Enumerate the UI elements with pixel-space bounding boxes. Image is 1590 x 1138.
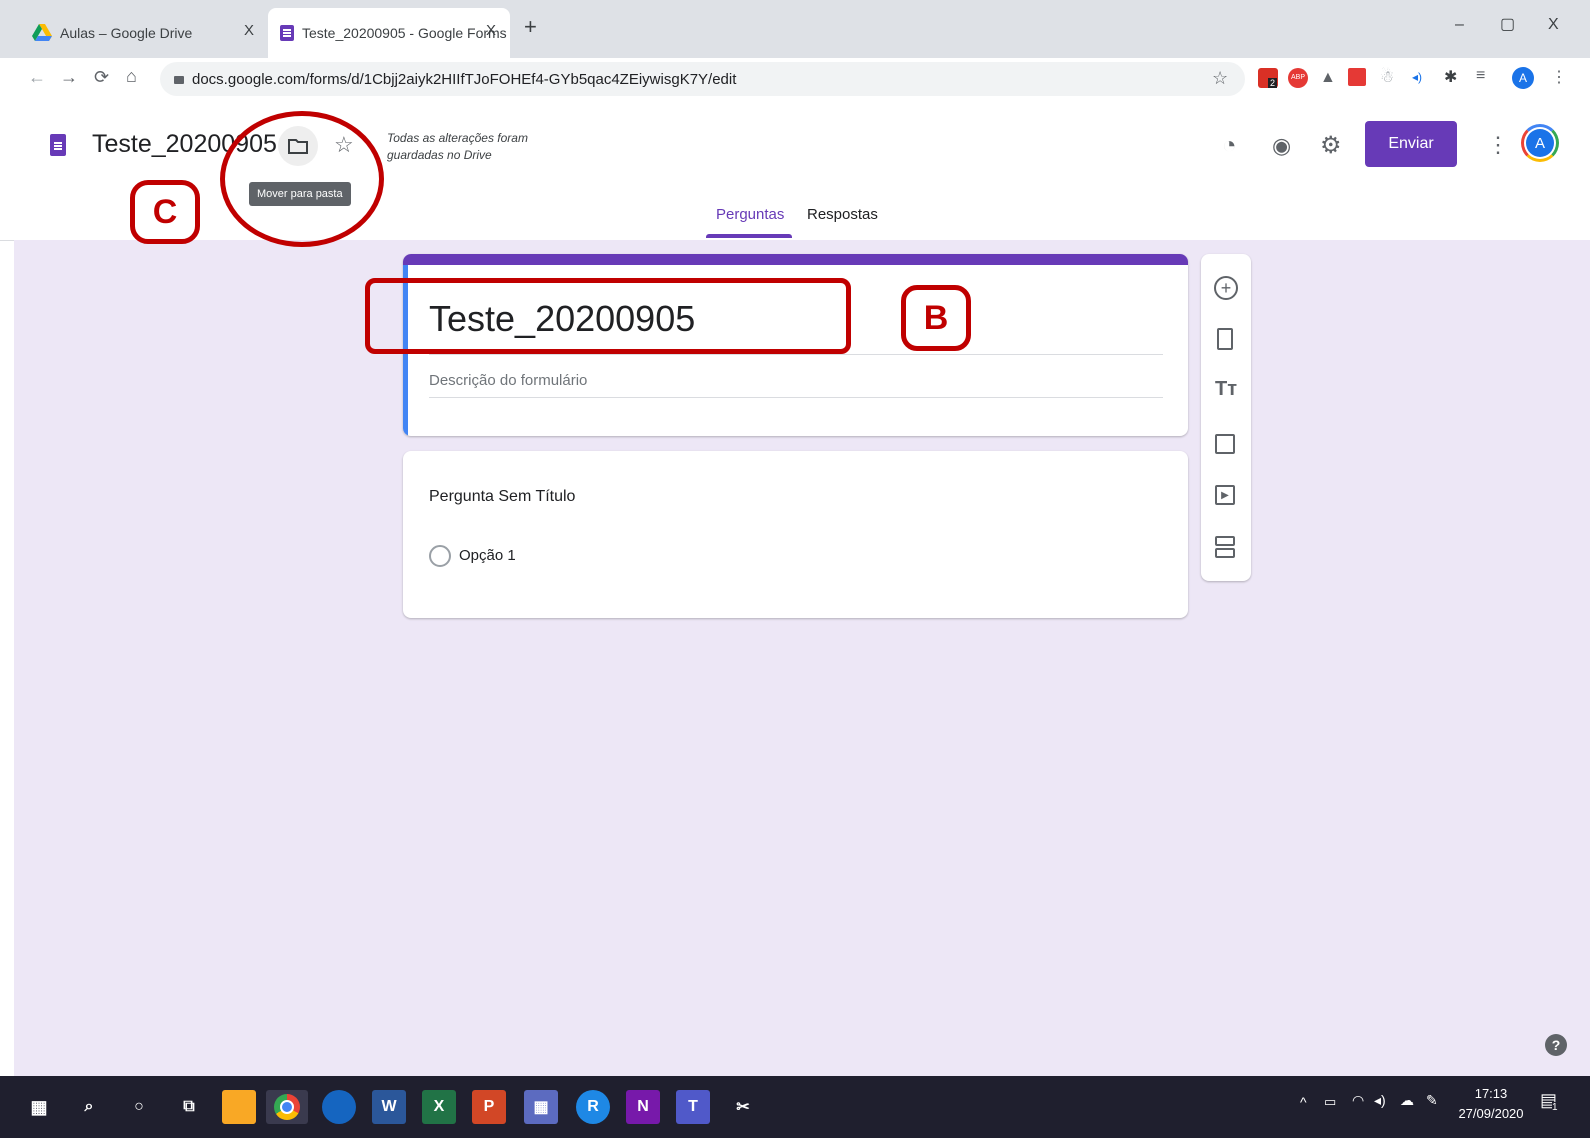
add-video-icon[interactable]: ▶ xyxy=(1215,485,1235,505)
tab-google-forms[interactable]: Teste_20200905 - Google Forms X xyxy=(268,8,510,58)
excel-icon[interactable]: X xyxy=(422,1090,456,1124)
tab-label: Teste_20200905 - Google Forms xyxy=(302,25,507,41)
windows-taskbar: ▦ ⌕ ○ ⧉ W X P ▦ R N T ✂ ^ ▭ ◠ ◂) ☁ ✎ 17:… xyxy=(0,1076,1590,1138)
file-explorer-icon[interactable] xyxy=(222,1090,256,1124)
pen-icon[interactable]: ✎ xyxy=(1426,1092,1438,1109)
question-card[interactable]: Pergunta Sem Título Opção 1 xyxy=(403,451,1188,618)
settings-gear-icon[interactable]: ⚙ xyxy=(1320,131,1342,160)
close-window-button[interactable]: X xyxy=(1548,16,1559,34)
chrome-taskbar-button[interactable] xyxy=(266,1090,308,1124)
windows-start-icon[interactable]: ▦ xyxy=(22,1090,56,1124)
browser-tab-strip: Aulas – Google Drive X Teste_20200905 - … xyxy=(0,0,1590,58)
clock[interactable]: 17:13 27/09/2020 xyxy=(1456,1084,1526,1124)
extension-badge: 2 xyxy=(1268,78,1278,88)
tab-perguntas[interactable]: Perguntas xyxy=(716,206,784,223)
tray-keyboard-icon[interactable]: ▭ xyxy=(1324,1094,1336,1110)
snipping-tool-icon[interactable]: ✂ xyxy=(726,1090,760,1124)
divider xyxy=(429,354,1163,355)
more-options-icon[interactable]: ⋮ xyxy=(1487,132,1509,158)
google-forms-icon xyxy=(280,25,294,41)
search-icon[interactable]: ⌕ xyxy=(72,1090,106,1124)
close-tab-icon[interactable]: X xyxy=(486,22,496,39)
drive-extension-icon[interactable]: ▲ xyxy=(1320,69,1336,87)
divider xyxy=(429,397,1163,398)
tray-chevron-icon[interactable]: ^ xyxy=(1300,1094,1307,1110)
annotation-label-c: C xyxy=(130,180,200,244)
adblock-icon[interactable]: ABP xyxy=(1288,68,1308,88)
annotation-label-b: B xyxy=(901,285,971,351)
reading-list-icon[interactable]: ≡ xyxy=(1476,67,1485,85)
tab-label: Aulas – Google Drive xyxy=(60,25,193,41)
add-section-icon[interactable] xyxy=(1215,536,1235,546)
clock-time: 17:13 xyxy=(1474,1086,1508,1101)
teams-icon[interactable]: T xyxy=(676,1090,710,1124)
chrome-icon xyxy=(274,1094,300,1120)
home-icon[interactable]: ⌂ xyxy=(126,66,137,87)
browser-toolbar: ← → ⟳ ⌂ docs.google.com/forms/d/1Cbjj2ai… xyxy=(0,58,1590,101)
option-label[interactable]: Opção 1 xyxy=(459,547,516,564)
clock-date: 27/09/2020 xyxy=(1458,1106,1524,1121)
palette-icon[interactable]: ◔ xyxy=(1222,132,1237,160)
extensions-puzzle-icon[interactable]: ✱ xyxy=(1444,67,1457,87)
annotation-ellipse-c xyxy=(220,111,384,247)
browser-menu-icon[interactable]: ⋮ xyxy=(1551,67,1567,87)
app-icon[interactable] xyxy=(322,1090,356,1124)
add-title-icon[interactable]: Tт xyxy=(1215,378,1237,401)
forms-logo-icon[interactable] xyxy=(50,134,66,156)
address-bar[interactable]: docs.google.com/forms/d/1Cbjj2aiyk2HIIfT… xyxy=(160,62,1245,96)
question-title[interactable]: Pergunta Sem Título xyxy=(429,488,575,506)
calculator-icon[interactable]: ▦ xyxy=(524,1090,558,1124)
profile-avatar[interactable]: A xyxy=(1512,67,1534,89)
account-avatar[interactable]: A xyxy=(1521,124,1559,162)
floating-toolbar: + Tт ▶ xyxy=(1201,254,1251,581)
onenote-icon[interactable]: N xyxy=(626,1090,660,1124)
save-status: Todas as alterações foram guardadas no D… xyxy=(387,131,528,162)
card-accent-bar xyxy=(403,254,1188,265)
forward-icon[interactable]: → xyxy=(60,67,78,88)
bookmark-star-icon[interactable]: ☆ xyxy=(1212,68,1228,89)
form-description-input[interactable]: Descrição do formulário xyxy=(429,372,587,389)
tab-google-drive[interactable]: Aulas – Google Drive X xyxy=(22,8,262,58)
avatar-initial: A xyxy=(1526,129,1554,157)
restore-button[interactable]: ▢ xyxy=(1500,14,1515,34)
radio-button[interactable] xyxy=(429,545,451,567)
add-question-icon[interactable]: + xyxy=(1214,276,1238,300)
extension-icon[interactable]: 2 xyxy=(1258,68,1278,88)
preview-eye-icon[interactable]: ◉ xyxy=(1272,133,1291,159)
action-center-icon[interactable]: ▤ 1 xyxy=(1540,1090,1562,1113)
reload-icon[interactable]: ⟳ xyxy=(94,67,109,88)
tab-respostas[interactable]: Respostas xyxy=(807,206,878,223)
word-icon[interactable]: W xyxy=(372,1090,406,1124)
extension-icon[interactable] xyxy=(1348,68,1366,86)
onedrive-icon[interactable]: ☁ xyxy=(1400,1092,1414,1109)
lock-icon xyxy=(174,76,184,84)
close-tab-icon[interactable]: X xyxy=(244,22,254,39)
notification-count: 1 xyxy=(1552,1102,1558,1113)
audio-extension-icon[interactable]: ◂) xyxy=(1412,70,1422,84)
back-icon[interactable]: ← xyxy=(28,67,46,88)
new-tab-button[interactable]: + xyxy=(524,14,537,40)
active-tab-indicator xyxy=(706,234,792,238)
import-questions-icon[interactable] xyxy=(1217,328,1233,350)
volume-icon[interactable]: ◂) xyxy=(1374,1092,1386,1109)
minimize-button[interactable]: – xyxy=(1455,16,1464,34)
add-image-icon[interactable] xyxy=(1215,434,1235,454)
help-icon[interactable]: ? xyxy=(1545,1034,1567,1056)
url-text: docs.google.com/forms/d/1Cbjj2aiyk2HIIfT… xyxy=(192,70,737,88)
google-drive-icon xyxy=(32,24,52,41)
task-view-icon[interactable]: ⧉ xyxy=(172,1090,206,1124)
annotation-box-b xyxy=(365,278,851,354)
r-icon[interactable]: R xyxy=(576,1090,610,1124)
cortana-icon[interactable]: ○ xyxy=(122,1090,156,1124)
wifi-icon[interactable]: ◠ xyxy=(1352,1092,1364,1109)
powerpoint-icon[interactable]: P xyxy=(472,1090,506,1124)
add-section-icon xyxy=(1215,548,1235,558)
extension-icon[interactable]: ☃ xyxy=(1380,67,1394,87)
send-button[interactable]: Enviar xyxy=(1365,121,1457,167)
